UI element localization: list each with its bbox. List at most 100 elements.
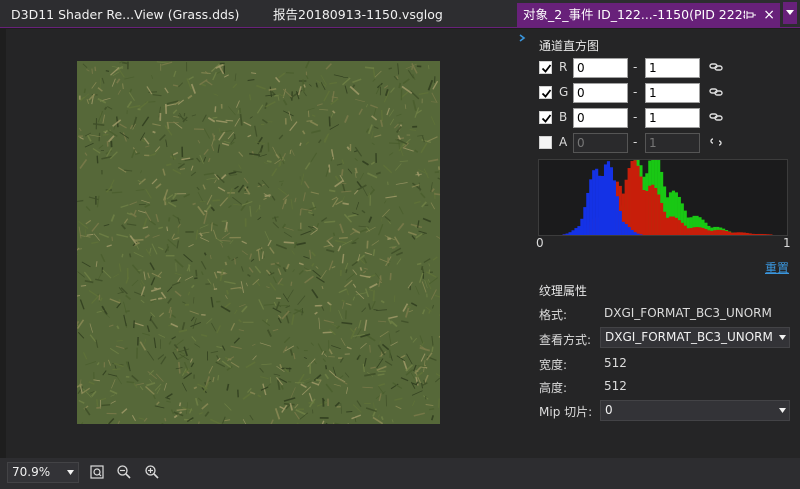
tab-vsglog-report[interactable]: 报告20180913-1150.vsglog [273, 4, 498, 26]
zoom-select[interactable]: 70.9% [7, 462, 79, 483]
grass-blade [254, 265, 262, 274]
channel-g-max-input[interactable]: 1 [645, 83, 700, 103]
grass-blade [306, 107, 315, 111]
grass-blade [203, 156, 207, 163]
channel-a-min-input[interactable]: 0 [573, 133, 628, 153]
channel-r-checkbox[interactable] [539, 61, 552, 74]
channel-a-max-input[interactable]: 1 [645, 133, 700, 153]
grass-blade [121, 224, 126, 230]
channel-r-min-input[interactable]: 0 [573, 58, 628, 78]
grass-blade [342, 202, 349, 206]
grass-blade [186, 78, 193, 90]
pin-icon[interactable] [746, 10, 756, 20]
grass-blade [239, 107, 242, 114]
grass-blade [341, 321, 353, 325]
zoom-in-icon[interactable] [144, 464, 160, 480]
histogram-bar [754, 233, 758, 235]
grass-blade [281, 404, 288, 413]
grass-blade [328, 116, 331, 127]
channel-b-checkbox[interactable] [539, 111, 552, 124]
grass-blade [187, 94, 193, 100]
grass-blade [190, 321, 202, 328]
texture-viewport[interactable] [6, 29, 514, 458]
reset-link[interactable]: 重置 [765, 259, 789, 276]
histogram-bar [751, 233, 755, 235]
channel-g-min-input[interactable]: 0 [573, 83, 628, 103]
tab-accent-line [0, 27, 800, 28]
grass-blade [171, 281, 181, 286]
grass-blade [88, 381, 95, 385]
grass-blade [221, 232, 231, 240]
channel-b-min-input[interactable]: 0 [573, 108, 628, 128]
grass-blade [119, 61, 123, 64]
grass-blade [410, 372, 415, 379]
channel-label: G [559, 85, 569, 99]
tab-object-event-active[interactable]: 对象_2_事件 ID_122...-1150(PID 2228) × [517, 3, 780, 27]
grass-blade [97, 269, 104, 281]
zoom-to-fit-icon[interactable] [89, 464, 105, 480]
grass-blade [266, 329, 272, 337]
grass-blade [409, 336, 413, 340]
grass-blade [282, 267, 287, 272]
grass-blade [79, 136, 84, 140]
grass-blade [86, 69, 90, 72]
grass-blade [342, 77, 351, 86]
channel-g-checkbox[interactable] [539, 86, 552, 99]
grass-blade [249, 206, 252, 217]
histogram-bar [565, 233, 569, 235]
tab-overflow-button[interactable] [783, 2, 797, 24]
link-icon[interactable] [709, 86, 723, 98]
zoom-out-icon[interactable] [116, 464, 132, 480]
grass-blade [278, 93, 285, 97]
grass-blade [387, 315, 398, 320]
unlink-icon[interactable] [709, 136, 723, 148]
grass-blade [203, 148, 209, 156]
channel-a-checkbox[interactable] [539, 136, 552, 149]
grass-blade [224, 280, 236, 285]
channel-r-max-input[interactable]: 1 [645, 58, 700, 78]
grass-blade [77, 199, 84, 203]
grass-blade [307, 358, 316, 368]
grass-blade [360, 342, 367, 349]
histogram-bar [742, 232, 746, 235]
mip-slice-select[interactable]: 0 [600, 400, 790, 421]
link-icon[interactable] [709, 61, 723, 73]
grass-blade [344, 279, 353, 288]
chevron-right-icon[interactable] [518, 34, 526, 42]
link-icon[interactable] [709, 111, 723, 123]
channel-b-max-input[interactable]: 1 [645, 108, 700, 128]
grass-blade [289, 121, 298, 132]
grass-blade [363, 257, 368, 264]
grass-blade [278, 282, 284, 286]
grass-blade [361, 209, 366, 214]
grass-blade [98, 232, 110, 238]
histogram-bar [589, 179, 593, 235]
grass-blade [113, 273, 120, 278]
grass-blade [172, 192, 178, 200]
grass-blade [145, 145, 150, 148]
view-as-select[interactable]: DXGI_FORMAT_BC3_UNORM [600, 327, 790, 348]
grass-blade [379, 340, 381, 345]
grass-blade [418, 272, 424, 283]
grass-blade [210, 222, 213, 232]
grass-blade [341, 190, 352, 193]
grass-blade [121, 253, 124, 258]
grass-blade [310, 152, 318, 163]
grass-blade [314, 311, 318, 315]
format-value: DXGI_FORMAT_BC3_UNORM [604, 306, 772, 320]
grass-blade [172, 237, 180, 241]
grass-blade [362, 187, 368, 197]
grass-blade [156, 401, 160, 406]
grass-blade [206, 177, 218, 180]
grass-blade [77, 271, 85, 278]
close-icon[interactable]: × [763, 3, 775, 27]
grass-blade [315, 276, 325, 283]
grass-blade [217, 375, 220, 381]
grass-blade [116, 302, 122, 309]
grass-blade [363, 270, 367, 274]
grass-blade [399, 354, 406, 359]
tab-label: D3D11 Shader Re...View (Grass.dds) [11, 7, 240, 22]
grass-blade [315, 266, 319, 269]
grass-blade [140, 279, 145, 286]
tab-shader-resource-view[interactable]: D3D11 Shader Re...View (Grass.dds) [11, 4, 256, 26]
